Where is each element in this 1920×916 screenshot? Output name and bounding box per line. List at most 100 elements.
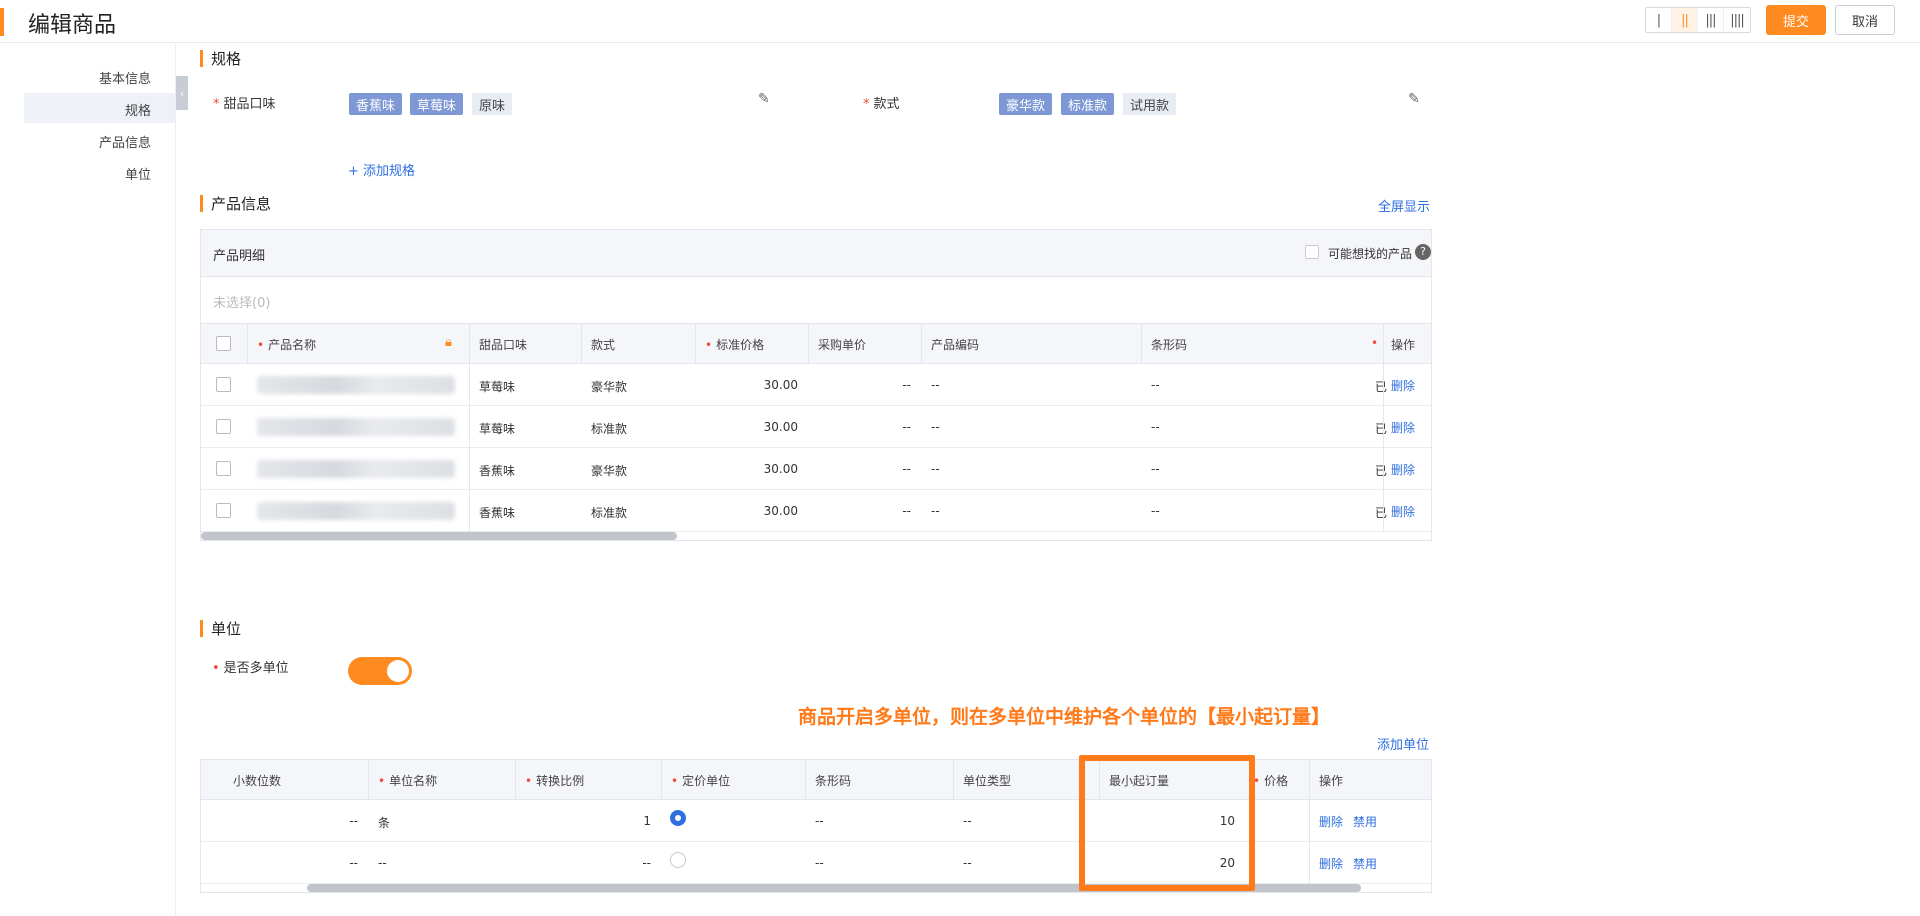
select-all-checkbox[interactable] [216, 336, 231, 351]
cell-flavor: 香蕉味 [479, 506, 516, 520]
nav-item-basic-info[interactable]: 基本信息 [99, 68, 151, 87]
row-checkbox[interactable] [216, 461, 231, 476]
col-unit-name: • 单位名称 [378, 772, 437, 789]
cell-decimals: -- [349, 814, 358, 828]
cell-unit-type: -- [963, 856, 972, 870]
col-barcode: 条形码 [1151, 338, 1188, 352]
style-tag-trial[interactable]: 试用款 [1123, 93, 1177, 115]
flavor-label-text: 甜品口味 [223, 97, 276, 112]
required-mark: • [257, 338, 265, 352]
submit-button[interactable]: 提交 [1766, 5, 1826, 35]
cell-unit-barcode: -- [815, 814, 824, 828]
section-title-unit: 单位 [200, 618, 241, 639]
cell-barcode: -- [1151, 378, 1160, 392]
row-checkbox[interactable] [216, 377, 231, 392]
row-checkbox[interactable] [216, 419, 231, 434]
col-decimals: 小数位数 [233, 774, 282, 788]
col-purchase-price: 采购单价 [818, 338, 867, 352]
col-pricing-unit: • 定价单位 [671, 772, 730, 789]
col-price-label: 价格 [1264, 774, 1289, 788]
cell-conversion-ratio: -- [642, 856, 651, 870]
nav-item-unit[interactable]: 单位 [125, 164, 151, 183]
required-mark: • [525, 774, 533, 788]
nav-collapse-button[interactable]: ‹ [176, 76, 188, 110]
help-icon[interactable]: ? [1415, 244, 1431, 260]
layout-2-column-button[interactable]: || [1672, 8, 1698, 32]
col-standard-price: • 标准价格 [705, 336, 764, 353]
pricing-unit-radio-selected[interactable] [670, 810, 686, 826]
section-title-spec: 规格 [200, 48, 241, 69]
nav-item-spec[interactable]: 规格 [125, 100, 151, 119]
column-divider [1309, 760, 1310, 800]
pricing-unit-radio[interactable] [670, 852, 686, 868]
multi-unit-label: • 是否多单位 [212, 657, 289, 676]
cell-price: 30.00 [763, 462, 798, 476]
required-mark: • [1371, 336, 1379, 350]
style-tag-standard[interactable]: 标准款 [1061, 93, 1115, 115]
delete-link[interactable]: 删除 [1391, 503, 1415, 520]
toggle-knob [387, 660, 409, 682]
required-mark: • [671, 774, 679, 788]
cell-style: 豪华款 [591, 380, 628, 394]
cell-price: 30.00 [763, 420, 798, 434]
required-mark: * [213, 97, 220, 112]
required-mark: • [705, 338, 713, 352]
column-divider [1309, 800, 1310, 842]
col-unit-type: 单位类型 [963, 774, 1012, 788]
section-nav: 基本信息 规格 产品信息 单位 [0, 44, 176, 916]
table-row: 草莓味 标准款 30.00 -- -- -- 已 删除 [201, 406, 1431, 448]
flavor-tag-banana[interactable]: 香蕉味 [349, 93, 403, 115]
nav-active-highlight [24, 93, 175, 123]
multi-unit-toggle[interactable] [348, 657, 412, 685]
cell-truncated-status: 已 [1375, 380, 1388, 394]
blurred-product-name [257, 460, 455, 478]
column-divider [368, 760, 369, 800]
delete-link[interactable]: 删除 [1391, 461, 1415, 478]
column-divider [1383, 324, 1384, 364]
column-divider [805, 760, 806, 800]
disable-link[interactable]: 禁用 [1353, 855, 1377, 872]
col-unit-actions: 操作 [1319, 774, 1344, 788]
column-divider [469, 364, 470, 532]
flavor-tag-original[interactable]: 原味 [472, 93, 513, 115]
cell-truncated-status: 已 [1375, 506, 1388, 520]
layout-column-switch: | || ||| |||| [1645, 7, 1751, 33]
style-tag-deluxe[interactable]: 豪华款 [999, 93, 1053, 115]
title-accent-bar [0, 8, 4, 36]
required-mark: * [863, 97, 870, 112]
col-price: • 价格 [1253, 772, 1288, 789]
nav-item-product-info[interactable]: 产品信息 [99, 132, 151, 151]
delete-link[interactable]: 删除 [1391, 419, 1415, 436]
fullscreen-link[interactable]: 全屏显示 [1378, 196, 1430, 215]
add-spec-link[interactable]: + 添加规格 [348, 160, 415, 179]
column-divider [469, 324, 470, 364]
edit-style-pencil-icon[interactable]: ✎ [1408, 91, 1420, 107]
cell-product-code: -- [931, 504, 940, 518]
edit-flavor-pencil-icon[interactable]: ✎ [758, 91, 770, 107]
row-checkbox[interactable] [216, 503, 231, 518]
add-unit-link[interactable]: 添加单位 [1377, 734, 1429, 753]
delete-link[interactable]: 删除 [1319, 855, 1343, 872]
delete-link[interactable]: 删除 [1391, 377, 1415, 394]
column-divider [247, 324, 248, 364]
maybe-find-checkbox[interactable] [1305, 245, 1319, 259]
lock-icon[interactable]: 🔒︎ [445, 335, 452, 350]
column-divider [515, 760, 516, 800]
cell-style: 豪华款 [591, 464, 628, 478]
column-divider [1309, 842, 1310, 884]
flavor-tag-strawberry[interactable]: 草莓味 [410, 93, 464, 115]
col-product-name-label: 产品名称 [268, 338, 317, 352]
layout-1-column-button[interactable]: | [1646, 8, 1672, 32]
horizontal-scrollbar[interactable] [201, 532, 677, 540]
delete-link[interactable]: 删除 [1319, 813, 1343, 830]
cancel-button[interactable]: 取消 [1835, 5, 1895, 35]
cell-barcode: -- [1151, 462, 1160, 476]
page-header: 编辑商品 | || ||| |||| 提交 取消 [0, 0, 1920, 43]
layout-3-column-button[interactable]: ||| [1698, 8, 1724, 32]
multi-unit-label-text: 是否多单位 [223, 661, 289, 676]
table-row: 香蕉味 标准款 30.00 -- -- -- 已 删除 [201, 490, 1431, 532]
col-pricing-unit-label: 定价单位 [682, 774, 731, 788]
layout-4-column-button[interactable]: |||| [1724, 8, 1750, 32]
disable-link[interactable]: 禁用 [1353, 813, 1377, 830]
col-style: 款式 [591, 338, 616, 352]
